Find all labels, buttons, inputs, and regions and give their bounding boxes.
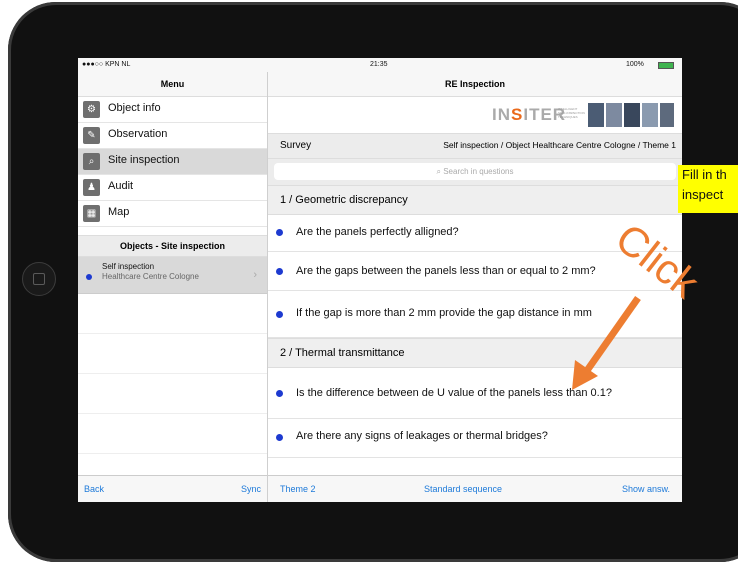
arrow-icon — [572, 295, 641, 390]
